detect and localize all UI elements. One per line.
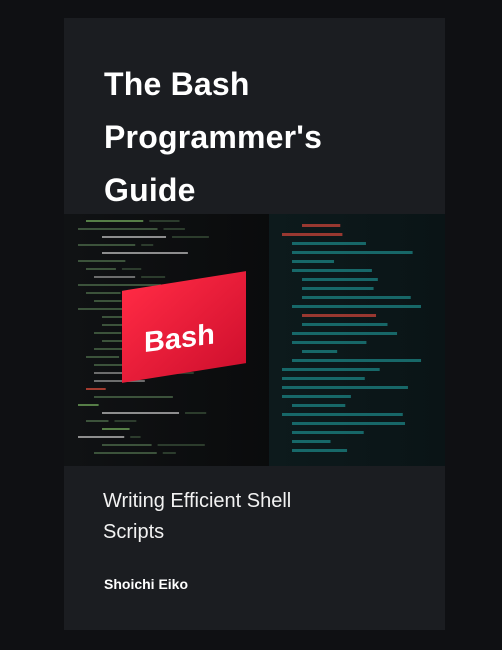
code-line — [302, 296, 411, 299]
code-line — [282, 377, 365, 380]
code-line — [94, 300, 122, 302]
code-line — [86, 292, 121, 294]
cover-image: Bash — [64, 214, 445, 466]
code-line — [121, 268, 142, 270]
code-line — [162, 452, 176, 454]
author-name: Shoichi Eiko — [104, 576, 189, 592]
code-line — [282, 368, 380, 371]
code-line — [86, 420, 109, 422]
code-line — [141, 276, 166, 278]
code-line — [94, 276, 136, 278]
code-line — [292, 359, 422, 362]
title-line-2: Programmer's — [104, 119, 323, 155]
code-line — [302, 278, 378, 281]
code-line — [292, 449, 348, 452]
code-line — [292, 269, 372, 272]
subtitle-line-1: Writing Efficient Shell — [103, 490, 292, 512]
code-line — [78, 308, 125, 310]
code-line — [102, 236, 167, 238]
code-line — [157, 444, 205, 446]
code-line — [302, 224, 341, 227]
code-line — [292, 431, 364, 434]
code-line — [282, 395, 351, 398]
code-line — [292, 305, 421, 308]
code-line — [86, 388, 106, 390]
code-line — [78, 284, 161, 286]
code-line — [102, 428, 130, 430]
code-line — [102, 252, 188, 254]
code-line — [292, 251, 413, 254]
code-line — [302, 323, 388, 326]
code-line — [94, 332, 122, 334]
code-line — [102, 412, 180, 414]
book-title: The Bash Programmer's Guide — [104, 58, 424, 217]
code-line — [163, 228, 185, 230]
code-line — [292, 422, 406, 425]
code-line — [282, 233, 343, 236]
code-line — [78, 404, 99, 406]
code-line — [282, 386, 408, 389]
code-line — [78, 260, 126, 262]
page: The Bash Programmer's Guide Bash Writing… — [0, 0, 502, 650]
code-line — [172, 236, 209, 238]
code-line — [94, 452, 157, 454]
code-line — [292, 260, 335, 263]
code-line — [130, 436, 141, 438]
code-line — [78, 436, 125, 438]
code-line — [292, 404, 346, 407]
code-line — [302, 350, 338, 353]
code-line — [302, 287, 374, 290]
code-line — [86, 220, 144, 222]
code-line — [102, 444, 152, 446]
code-line — [292, 341, 367, 344]
code-line — [282, 413, 403, 416]
subtitle-line-2: Scripts — [103, 521, 165, 543]
code-line — [114, 420, 137, 422]
book-subtitle: Writing Efficient Shell Scripts — [103, 486, 423, 548]
code-screen-illustration: Bash — [64, 214, 445, 466]
code-line — [78, 244, 136, 246]
code-line — [185, 412, 207, 414]
title-line-1: The Bash — [104, 66, 250, 102]
code-line — [86, 268, 116, 270]
code-line — [292, 332, 398, 335]
title-line-3: Guide — [104, 172, 196, 208]
code-line — [78, 228, 158, 230]
code-line — [141, 244, 154, 246]
book-cover: The Bash Programmer's Guide Bash Writing… — [64, 18, 445, 630]
code-line — [86, 356, 120, 358]
code-line — [292, 242, 366, 245]
code-line — [149, 220, 180, 222]
code-line — [94, 396, 173, 398]
code-line — [292, 440, 331, 443]
code-line — [302, 314, 377, 317]
